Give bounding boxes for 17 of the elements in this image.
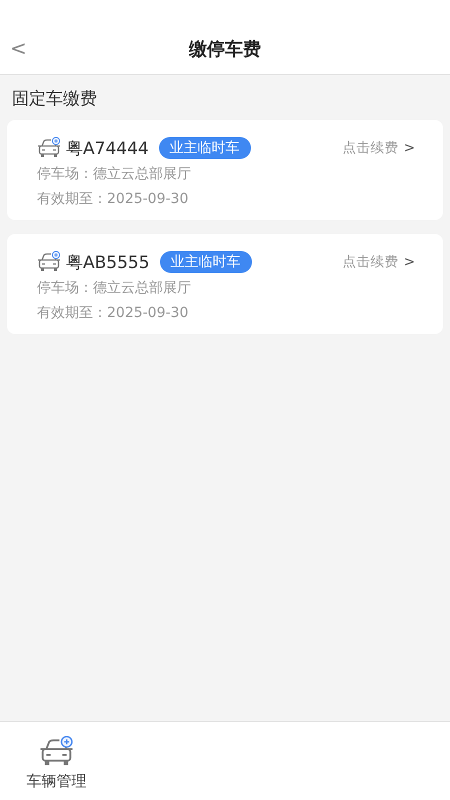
plate-number: 粤A74444 [66, 138, 149, 160]
page-title: 缴停车费 [189, 38, 261, 61]
expiry-text: 有效期至：2025-09-30 [37, 190, 190, 209]
section-title: 固定车缴费 [11, 88, 98, 111]
car-icon [37, 137, 61, 159]
back-button[interactable]: < [6, 36, 31, 60]
vehicle-tag: 业主临时车 [158, 137, 251, 159]
renew-link[interactable]: 点击续费 > [342, 139, 415, 157]
parking-lot-text: 停车场：德立云总部展厅 [37, 165, 192, 184]
expiry-text: 有效期至：2025-09-30 [37, 304, 190, 323]
plate-number: 粤AB5555 [66, 252, 150, 274]
car-icon [38, 736, 74, 768]
renew-link[interactable]: 点击续费 > [342, 253, 415, 271]
vehicle-tag: 业主临时车 [160, 251, 252, 273]
car-icon [37, 251, 61, 273]
tab-item[interactable]: 车辆管理 [0, 722, 112, 800]
parking-lot-text: 停车场：德立云总部展厅 [37, 279, 192, 298]
